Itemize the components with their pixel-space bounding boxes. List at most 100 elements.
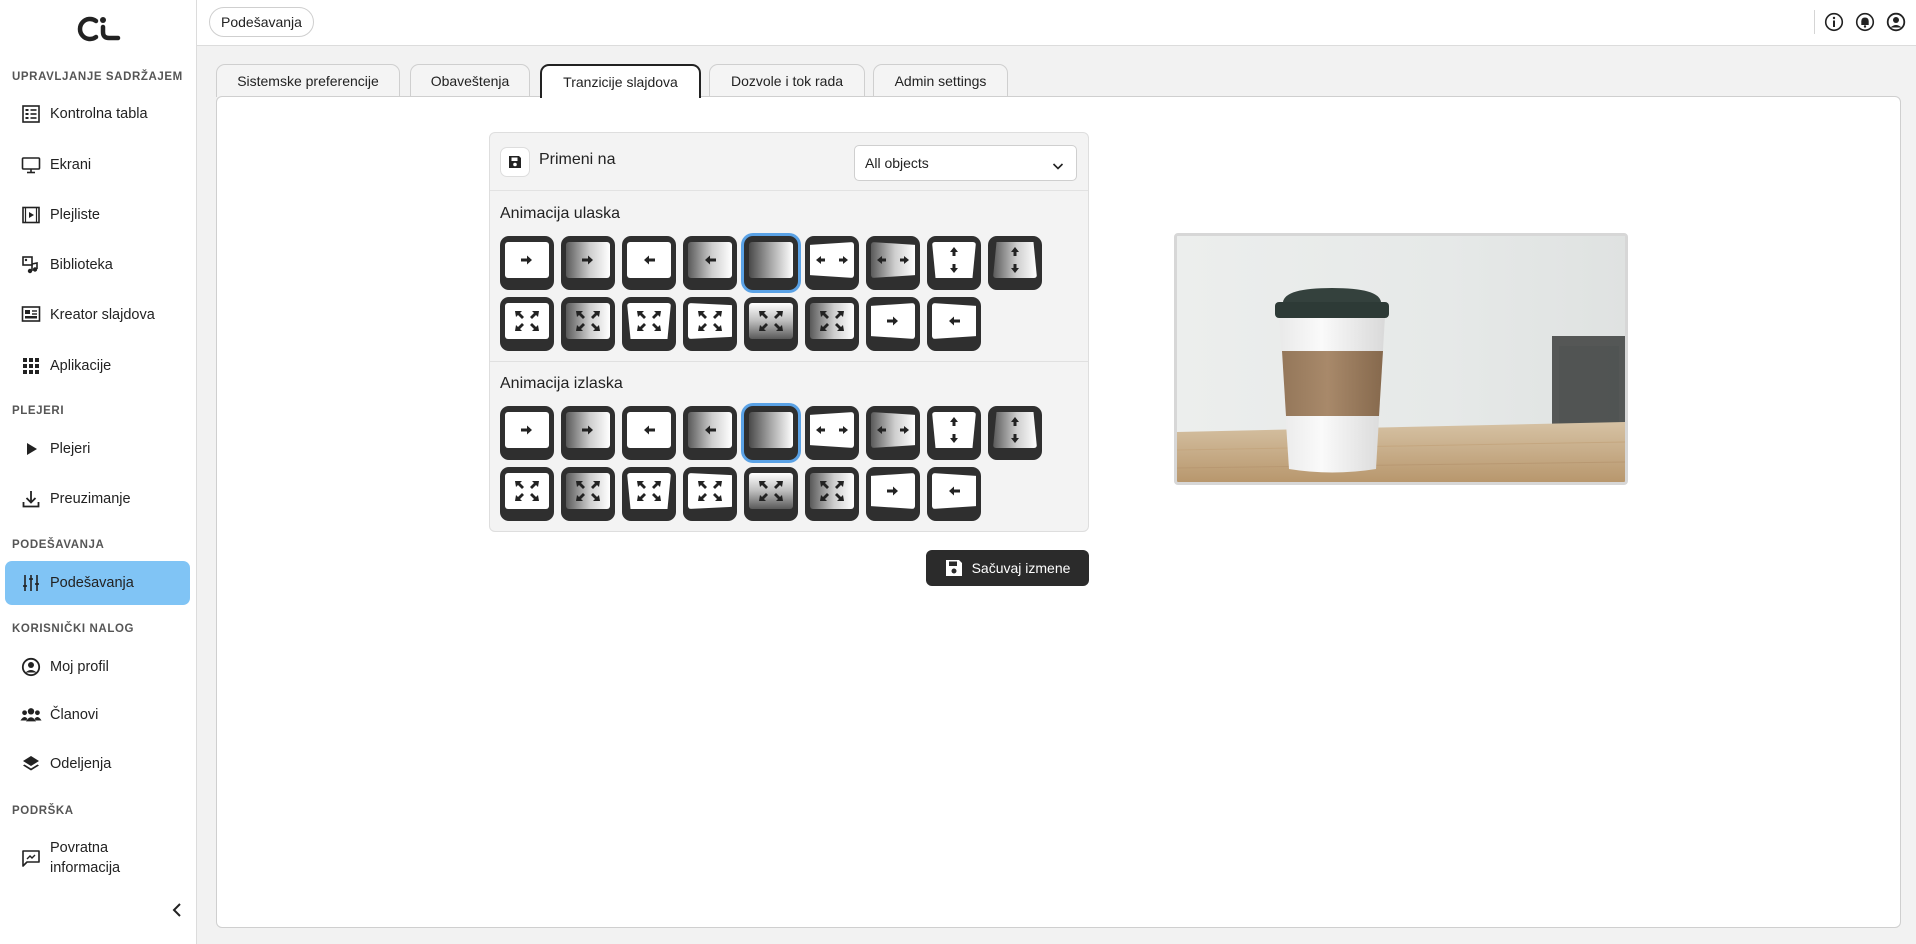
sidebar-item-download[interactable]: Preuzimanje bbox=[5, 477, 190, 521]
exit-fade-split-vertical-option[interactable] bbox=[988, 406, 1042, 460]
playlist-icon bbox=[20, 204, 42, 226]
exit-fade-slide-left-option[interactable] bbox=[683, 406, 737, 460]
arrow-right-icon bbox=[885, 315, 901, 327]
sidebar-item-slide-creator[interactable]: Kreator slajdova bbox=[5, 293, 190, 337]
zoom-arrows-icon bbox=[636, 480, 662, 502]
arrow-left-icon bbox=[946, 315, 962, 327]
transition-preview-thumb bbox=[566, 242, 610, 278]
sidebar-item-label: Moj profil bbox=[50, 659, 109, 675]
exit-flip-right-option[interactable] bbox=[866, 467, 920, 521]
entry-slide-left-option[interactable] bbox=[622, 236, 676, 290]
transition-preview-thumb bbox=[627, 473, 671, 509]
entry-fade-slide-right-option[interactable] bbox=[561, 236, 615, 290]
exit-fade-zoom-rotate-option[interactable] bbox=[805, 467, 859, 521]
sidebar-item-label: Preuzimanje bbox=[50, 491, 131, 507]
exit-fade-split-horizontal-option[interactable] bbox=[866, 406, 920, 460]
tab-slide-transitions[interactable]: Tranzicije slajdova bbox=[540, 64, 701, 98]
split-vertical-arrows-icon bbox=[1009, 245, 1021, 275]
zoom-arrows-icon bbox=[514, 480, 540, 502]
notifications-button[interactable] bbox=[1854, 11, 1876, 33]
user-circle-icon bbox=[1886, 12, 1906, 32]
dashboard-icon bbox=[20, 103, 42, 125]
zoom-arrows-icon bbox=[636, 310, 662, 332]
entry-zoom-rotate-option[interactable] bbox=[683, 297, 737, 351]
section-content-management: UPRAVLJANJE SADRŽAJEM bbox=[12, 71, 183, 83]
entry-slide-right-option[interactable] bbox=[500, 236, 554, 290]
zoom-arrows-icon bbox=[575, 480, 601, 502]
sidebar-item-players[interactable]: Plejeri bbox=[5, 427, 190, 471]
entry-flip-left-option[interactable] bbox=[927, 297, 981, 351]
sidebar-item-label: Biblioteka bbox=[50, 257, 113, 273]
sidebar-item-settings[interactable]: Podešavanja bbox=[5, 561, 190, 605]
collapse-sidebar-button[interactable] bbox=[168, 900, 186, 922]
exit-fade-option[interactable] bbox=[744, 406, 798, 460]
sidebar-item-members[interactable]: Članovi bbox=[5, 693, 190, 737]
sidebar-item-screens[interactable]: Ekrani bbox=[5, 143, 190, 187]
entry-split-horizontal-option[interactable] bbox=[805, 236, 859, 290]
apply-to-select[interactable]: All objects bbox=[854, 145, 1077, 181]
tab-permissions-workflow[interactable]: Dozvole i tok rada bbox=[709, 64, 865, 97]
arrow-right-icon bbox=[580, 424, 596, 436]
entry-fade-zoom-rotate-option[interactable] bbox=[805, 297, 859, 351]
users-group-icon bbox=[20, 704, 42, 726]
exit-zoom-rotate-option[interactable] bbox=[683, 467, 737, 521]
logo[interactable] bbox=[74, 14, 122, 44]
entry-split-vertical-option[interactable] bbox=[927, 236, 981, 290]
exit-flip-left-option[interactable] bbox=[927, 467, 981, 521]
transition-preview-thumb bbox=[993, 412, 1037, 448]
entry-fade-slide-left-option[interactable] bbox=[683, 236, 737, 290]
tab-system-preferences[interactable]: Sistemske preferencije bbox=[216, 64, 400, 97]
sidebar-item-apps[interactable]: Aplikacije bbox=[5, 344, 190, 388]
transition-preview-image bbox=[1174, 233, 1628, 485]
sidebar-item-dashboard[interactable]: Kontrolna tabla bbox=[5, 92, 190, 136]
exit-zoom-perspective-option[interactable] bbox=[622, 467, 676, 521]
exit-split-vertical-option[interactable] bbox=[927, 406, 981, 460]
sidebar-item-feedback[interactable]: Povratna informacija bbox=[5, 835, 190, 881]
exit-fade-zoom-option[interactable] bbox=[561, 467, 615, 521]
entry-fade-zoom-option[interactable] bbox=[561, 297, 615, 351]
sidebar-item-library[interactable]: Biblioteka bbox=[5, 243, 190, 287]
transition-preview-thumb bbox=[871, 242, 915, 278]
exit-zoom-option[interactable] bbox=[500, 467, 554, 521]
transition-preview-thumb bbox=[810, 303, 854, 339]
split-vertical-arrows-icon bbox=[948, 245, 960, 275]
top-bar: Podešavanja bbox=[197, 0, 1916, 46]
transition-preview-thumb bbox=[566, 412, 610, 448]
arrow-right-icon bbox=[519, 424, 535, 436]
floppy-icon bbox=[509, 156, 521, 168]
transition-preview-thumb bbox=[810, 242, 854, 278]
entry-fade-split-vertical-option[interactable] bbox=[988, 236, 1042, 290]
entry-fade-option[interactable] bbox=[744, 236, 798, 290]
transition-preview-thumb bbox=[871, 303, 915, 339]
zoom-arrows-icon bbox=[758, 480, 784, 502]
transition-preview-thumb bbox=[749, 473, 793, 509]
exit-split-horizontal-option[interactable] bbox=[805, 406, 859, 460]
sidebar-item-label: Kontrolna tabla bbox=[50, 106, 148, 122]
breadcrumb[interactable]: Podešavanja bbox=[209, 7, 314, 37]
tab-admin-settings[interactable]: Admin settings bbox=[873, 64, 1008, 97]
tab-notifications[interactable]: Obaveštenja bbox=[410, 64, 530, 97]
entry-zoom-perspective-option[interactable] bbox=[622, 297, 676, 351]
sidebar-item-playlists[interactable]: Plejliste bbox=[5, 193, 190, 237]
exit-fade-slide-right-option[interactable] bbox=[561, 406, 615, 460]
arrow-left-icon bbox=[946, 485, 962, 497]
entry-fade-split-horizontal-option[interactable] bbox=[866, 236, 920, 290]
sidebar: UPRAVLJANJE SADRŽAJEM Kontrolna tabla Ek… bbox=[0, 0, 197, 944]
save-changes-button[interactable]: Sačuvaj izmene bbox=[926, 550, 1089, 586]
account-button[interactable] bbox=[1885, 11, 1907, 33]
entry-flip-right-option[interactable] bbox=[866, 297, 920, 351]
transition-preview-thumb bbox=[749, 303, 793, 339]
info-button[interactable] bbox=[1823, 11, 1845, 33]
split-horizontal-arrows-icon bbox=[814, 254, 850, 266]
sidebar-item-label: Podešavanja bbox=[50, 575, 134, 591]
exit-slide-left-option[interactable] bbox=[622, 406, 676, 460]
sidebar-item-departments[interactable]: Odeljenja bbox=[5, 742, 190, 786]
transition-preview-thumb bbox=[688, 473, 732, 509]
entry-zoom-option[interactable] bbox=[500, 297, 554, 351]
exit-fade-zoom-perspective-option[interactable] bbox=[744, 467, 798, 521]
zoom-arrows-icon bbox=[819, 310, 845, 332]
sidebar-item-profile[interactable]: Moj profil bbox=[5, 645, 190, 689]
exit-slide-right-option[interactable] bbox=[500, 406, 554, 460]
transition-preview-thumb bbox=[749, 412, 793, 448]
entry-fade-zoom-perspective-option[interactable] bbox=[744, 297, 798, 351]
